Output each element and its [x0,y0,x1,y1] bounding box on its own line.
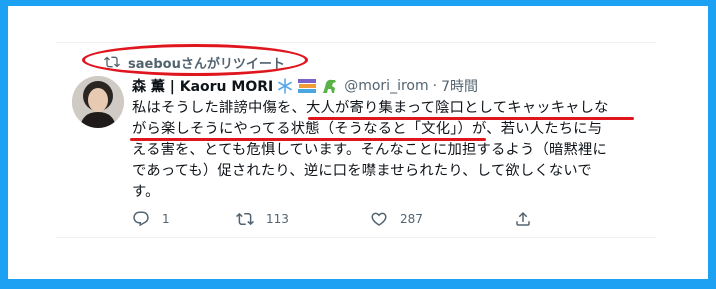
tweet-line: える害を、とても危惧しています。そんなことに加担するよう（暗黙裡に [132,142,607,158]
retweet-count: 113 [266,212,289,226]
like-button[interactable]: 287 [370,210,514,228]
dinosaur-icon [320,77,340,95]
display-name[interactable]: 森 薫 | Kaoru MORI [132,76,273,96]
books-icon [297,77,317,95]
share-button[interactable] [514,210,544,228]
tweet-line: であっても）促されたり、逆に口を噤ませられたり、して欲しくないで [132,163,592,179]
timestamp[interactable]: 7時間 [441,76,478,96]
annotation-underline [308,117,634,120]
annotation-ellipse [82,44,308,76]
reply-count: 1 [162,212,170,226]
tweet-actions: 1 113 287 [132,208,572,230]
share-icon [516,211,530,226]
avatar[interactable] [72,76,124,128]
annotation-underline [130,138,486,141]
handle[interactable]: @mori_irom [344,78,428,94]
like-count: 287 [400,212,423,226]
heart-icon [371,212,387,226]
tweet-line: 私はそうした誹謗中傷を、大人が寄り集まって陰口としてキャッキャしな [132,100,609,116]
separator-dot: · [432,78,438,94]
reply-button[interactable]: 1 [132,210,236,228]
tweet-line: がら楽しそうにやってる状態（そうなると「文化」）が、若い人たちに与 [132,121,603,137]
reply-icon [133,211,149,227]
tweet-text: 私はそうした誹謗中傷を、大人が寄り集まって陰口としてキャッキャしな がら楽しそう… [132,98,632,203]
tweet-line: す。 [132,184,160,200]
retweet-button[interactable]: 113 [236,210,370,228]
snowflake-icon [276,77,294,95]
avatar-image [72,76,124,128]
retweet-icon [236,212,254,226]
tweet-header: 森 薫 | Kaoru MORI @mori_irom · 7時間 [132,76,478,96]
frame-bottom-bar [0,279,716,289]
